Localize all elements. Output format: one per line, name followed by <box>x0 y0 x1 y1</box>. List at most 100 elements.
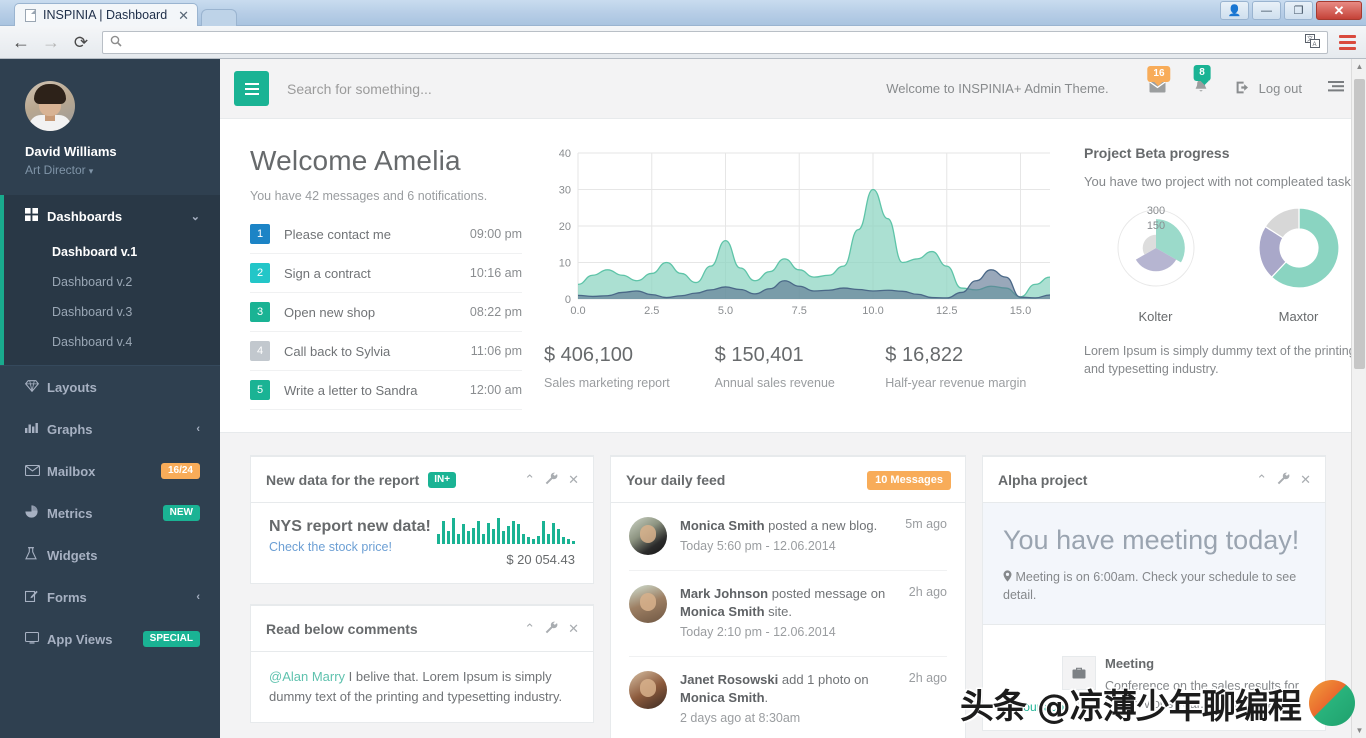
wrench-icon[interactable] <box>545 621 558 637</box>
collapse-icon[interactable]: ⌃ <box>524 472 535 488</box>
sidebar-item-mailbox[interactable]: Mailbox 16/24 <box>0 450 220 492</box>
stat-half-year-margin: $ 16,822 Half-year revenue margin <box>885 344 1056 390</box>
sidebar-profile[interactable]: David Williams Art Director ▾ <box>0 59 220 195</box>
forward-icon[interactable]: → <box>36 33 66 51</box>
briefcase-icon <box>1062 656 1096 691</box>
rightbar-toggle-icon[interactable] <box>1312 81 1344 96</box>
alpha-panel-content: 2 hour ago Meeting Conference on the sal… <box>983 625 1325 730</box>
translate-icon[interactable]: 文A <box>1305 33 1320 51</box>
list-item[interactable]: Mark Johnson posted message on Monica Sm… <box>629 571 947 657</box>
feed-author: Mark Johnson <box>680 585 769 601</box>
sidebar-item-metrics[interactable]: Metrics NEW <box>0 492 220 534</box>
table-row[interactable]: 5 Write a letter to Sandra 12:00 am <box>250 371 522 410</box>
wrench-icon[interactable] <box>545 472 558 488</box>
project-beta-title: Project Beta progress <box>1084 145 1230 161</box>
new-tab-button[interactable] <box>201 9 238 26</box>
sparkline-bar <box>522 534 525 544</box>
user-profile-button[interactable]: 👤 <box>1220 1 1249 20</box>
sidebar-item-dashboards[interactable]: Dashboards ⌄ <box>0 195 220 237</box>
list-item[interactable]: Monica Smith posted a new blog. Today 5:6… <box>629 503 947 571</box>
message-text-cell: Sign a contract <box>284 265 371 281</box>
close-window-button[interactable]: ✕ <box>1316 1 1362 20</box>
search-input[interactable] <box>287 80 617 97</box>
sidebar-badge-metrics: NEW <box>162 505 200 521</box>
alpha-panel-header: Alpha project ⌃ ✕ <box>983 457 1325 503</box>
feed-panel-content: Monica Smith posted a new blog. Today 5:6… <box>611 503 965 738</box>
comment-mention[interactable]: @Alan Marry <box>269 669 345 684</box>
sparkline-bar <box>487 523 490 544</box>
sidebar-badge-app-views: SPECIAL <box>142 631 200 647</box>
browser-tab[interactable]: INSPINIA | Dashboard ✕ <box>14 3 199 26</box>
comments-panel-content: @Alan Marry I belive that. Lorem Ipsum i… <box>251 652 593 722</box>
collapse-icon[interactable]: ⌃ <box>524 621 535 637</box>
table-row[interactable]: 2 Sign a contract 10:16 am <box>250 254 522 293</box>
sidebar-item-dashboard-v4[interactable]: Dashboard v.4 <box>0 327 220 357</box>
reload-icon[interactable]: ⟳ <box>66 34 96 51</box>
grid-icon <box>25 208 47 224</box>
menu-toggle-button[interactable] <box>234 71 269 106</box>
minimize-button[interactable]: — <box>1252 1 1281 20</box>
sidebar-item-label: App Views <box>47 631 113 647</box>
sparkline-bar <box>527 537 530 544</box>
flask-icon <box>25 547 47 563</box>
close-icon[interactable]: ✕ <box>1300 472 1311 488</box>
sidebar-item-widgets[interactable]: Widgets <box>0 534 220 576</box>
sidebar-user-role[interactable]: Art Director ▾ <box>25 163 195 177</box>
message-text-cell: Call back to Sylvia <box>284 343 391 359</box>
report-link[interactable]: Check the stock price! <box>269 540 431 554</box>
feed-ago: 2h ago <box>908 584 947 599</box>
browser-titlebar: INSPINIA | Dashboard ✕ 👤 — ❐ ✕ <box>0 0 1366 26</box>
scroll-down-icon[interactable]: ▼ <box>1352 723 1366 738</box>
scroll-up-icon[interactable]: ▲ <box>1352 59 1366 74</box>
sidebar-item-forms[interactable]: Forms ‹ <box>0 576 220 618</box>
notifications-icon[interactable]: 8 <box>1180 65 1222 98</box>
sparkline-bar <box>537 536 540 544</box>
status-badge: 3 <box>250 302 270 322</box>
sidebar-item-graphs[interactable]: Graphs ‹ <box>0 408 220 450</box>
feed-body: Janet Rosowski add 1 photo on Monica Smi… <box>680 671 888 728</box>
browser-menu-icon[interactable] <box>1334 34 1360 50</box>
address-bar[interactable]: 文A <box>102 30 1328 54</box>
sparkline-chart <box>437 518 575 544</box>
maximize-button[interactable]: ❐ <box>1284 1 1313 20</box>
table-row[interactable]: 1 Please contact me 09:00 pm <box>250 215 522 254</box>
sidebar-item-app-views[interactable]: App Views SPECIAL <box>0 618 220 660</box>
list-item[interactable]: Janet Rosowski add 1 photo on Monica Smi… <box>629 657 947 738</box>
message-text-cell: Please contact me <box>284 226 391 242</box>
report-panel-title: New data for the report <box>266 472 420 488</box>
back-icon[interactable]: ← <box>6 33 36 51</box>
status-badge: 4 <box>250 341 270 361</box>
sparkline-bar <box>477 521 480 544</box>
report-panel-badge: IN+ <box>428 472 457 488</box>
panel-tools: 10 Messages <box>867 470 951 490</box>
welcome-block: Welcome Amelia You have 42 messages and … <box>250 145 522 410</box>
close-tab-icon[interactable]: ✕ <box>174 9 189 22</box>
sidebar-item-dashboard-v1[interactable]: Dashboard v.1 <box>0 237 220 267</box>
scrollbar-thumb[interactable] <box>1354 79 1365 369</box>
sparkline-bar <box>472 528 475 544</box>
alpha-hero-title: You have meeting today! <box>1003 525 1300 555</box>
sparkline-bar <box>552 523 555 544</box>
wrench-icon[interactable] <box>1277 472 1290 488</box>
sidebar-item-layouts[interactable]: Layouts <box>0 366 220 408</box>
envelope-icon <box>24 464 47 479</box>
table-row[interactable]: 3 Open new shop 08:22 pm <box>250 293 522 332</box>
sparkline-bar <box>452 518 455 544</box>
table-row[interactable]: 4 Call back to Sylvia 11:06 pm <box>250 332 522 371</box>
status-badge: 1 <box>250 224 270 244</box>
sidebar-item-dashboard-v3[interactable]: Dashboard v.3 <box>0 297 220 327</box>
status-badge: 5 <box>250 380 270 400</box>
notifications-count-badge: 8 <box>1193 65 1211 85</box>
messages-icon[interactable]: 16 <box>1135 66 1180 97</box>
close-icon[interactable]: ✕ <box>568 621 579 637</box>
diamond-icon <box>24 379 47 395</box>
collapse-icon[interactable]: ⌃ <box>1256 472 1267 488</box>
timeline-left: 2 hour ago <box>1001 656 1096 715</box>
page-scrollbar[interactable]: ▲ ▼ <box>1351 59 1366 738</box>
area-chart: 0 10 20 30 40 0.0 2.5 5.0 7.5 10.0 12.5 15.0 <box>544 145 1056 328</box>
logout-button[interactable]: Log out <box>1222 81 1312 97</box>
sidebar-item-dashboard-v2[interactable]: Dashboard v.2 <box>0 267 220 297</box>
report-row: NYS report new data! Check the stock pri… <box>269 518 575 567</box>
close-icon[interactable]: ✕ <box>568 472 579 488</box>
stat-label: Sales marketing report <box>544 376 670 390</box>
